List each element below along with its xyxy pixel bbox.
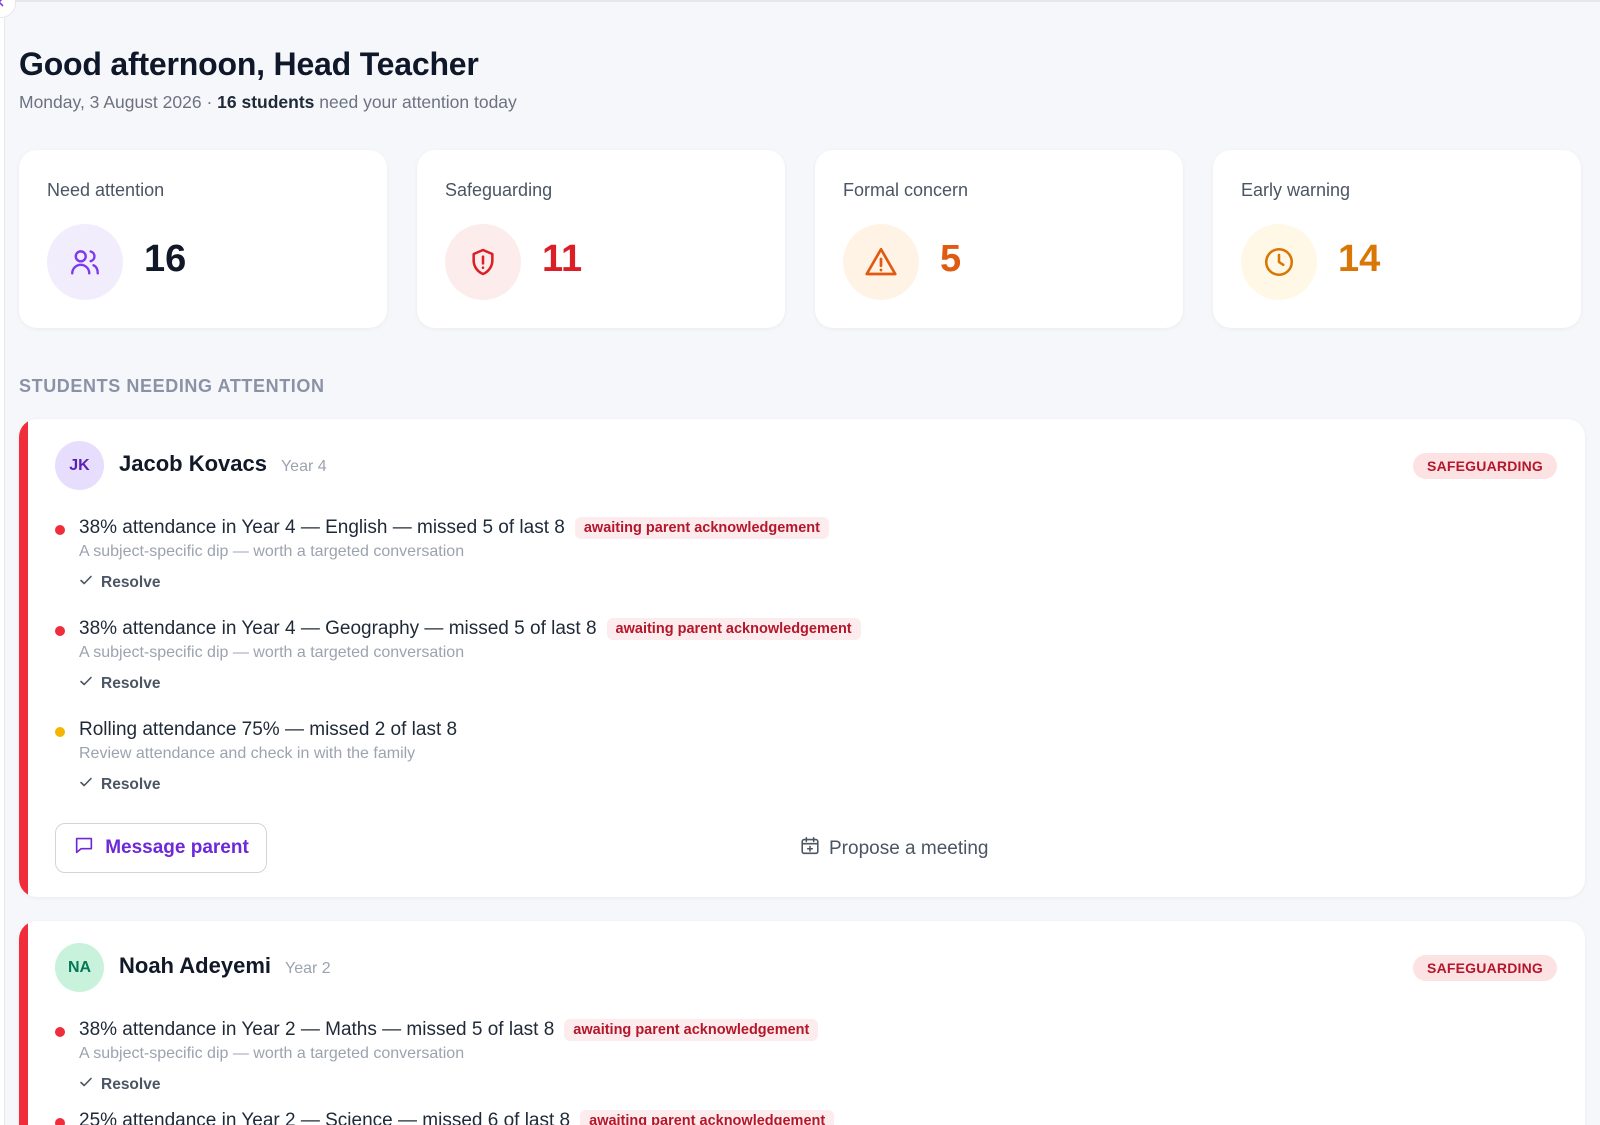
attention-count: 16 students	[217, 92, 315, 112]
message-icon	[73, 834, 95, 862]
resolve-label: Resolve	[101, 674, 161, 692]
issue-status-pill: awaiting parent acknowledgement	[574, 517, 829, 539]
sidebar-toggle-button[interactable]	[0, 0, 16, 18]
warning-triangle-icon	[843, 224, 919, 300]
left-rail	[0, 0, 5, 1125]
stat-card-need-attention[interactable]: Need attention 16	[19, 150, 387, 328]
severity-dot	[55, 1118, 65, 1125]
severity-dot	[55, 525, 65, 535]
resolve-label: Resolve	[101, 573, 161, 591]
stat-label: Formal concern	[843, 180, 969, 200]
attention-suffix: need your attention today	[319, 92, 517, 112]
users-icon	[47, 224, 123, 300]
issue-text: 25% attendance in Year 2 — Science — mis…	[79, 1110, 571, 1125]
issue-item: 25% attendance in Year 2 — Science — mis…	[55, 1110, 1557, 1125]
propose-meeting-button[interactable]: Propose a meeting	[799, 835, 989, 863]
stat-label: Early warning	[1241, 180, 1351, 200]
issue-status-pill: awaiting parent acknowledgement	[580, 1110, 835, 1125]
issue-text: Rolling attendance 75% — missed 2 of las…	[79, 719, 458, 740]
issue-description: A subject-specific dip — worth a targete…	[79, 543, 465, 560]
severity-dot	[55, 727, 65, 737]
stat-value: 14	[1338, 238, 1381, 280]
stat-card-early-warning[interactable]: Early warning 14	[1213, 150, 1581, 328]
status-badge: SAFEGUARDING	[1413, 955, 1557, 981]
shield-alert-icon	[445, 224, 521, 300]
issue-text: 38% attendance in Year 4 — English — mis…	[79, 517, 565, 538]
student-name-text: Noah Adeyemi	[119, 953, 272, 978]
issue-text: 38% attendance in Year 4 — Geography — m…	[79, 618, 597, 639]
message-parent-button[interactable]: Message parent	[55, 823, 267, 873]
message-parent-label: Message parent	[105, 837, 249, 858]
check-icon	[79, 775, 93, 794]
issue-item: 38% attendance in Year 4 — English — mis…	[55, 517, 1557, 597]
stat-value: 5	[940, 238, 962, 280]
top-divider	[5, 0, 1600, 2]
issue-status-pill: awaiting parent acknowledgement	[564, 1019, 819, 1041]
resolve-button[interactable]: Resolve	[79, 775, 160, 794]
date-text: Monday, 3 August 2026	[19, 92, 202, 112]
student-year: Year 2	[285, 960, 331, 977]
issue-line: 38% attendance in Year 2 — Maths — misse…	[79, 1019, 819, 1041]
student-year: Year 4	[280, 458, 327, 475]
dashboard-page: Good afternoon, Head Teacher Monday, 3 A…	[0, 0, 1600, 1125]
issue-line: 25% attendance in Year 2 — Science — mis…	[79, 1110, 835, 1125]
severity-dot	[55, 1027, 65, 1037]
issue-item: 38% attendance in Year 2 — Maths — misse…	[55, 1019, 1557, 1099]
stat-label: Safeguarding	[445, 180, 553, 200]
stat-value: 11	[542, 238, 583, 280]
avatar: JK	[55, 441, 104, 490]
clock-icon	[1241, 224, 1317, 300]
resolve-button[interactable]: Resolve	[79, 674, 160, 693]
issue-line: 38% attendance in Year 4 — Geography — m…	[79, 618, 861, 640]
resolve-button[interactable]: Resolve	[79, 1075, 160, 1094]
student-name-text: Jacob Kovacs	[119, 451, 267, 476]
issue-text: 38% attendance in Year 2 — Maths — misse…	[79, 1019, 555, 1040]
status-badge: SAFEGUARDING	[1413, 453, 1557, 479]
resolve-label: Resolve	[101, 775, 161, 793]
page-subtitle: Monday, 3 August 2026 · 16 students need…	[19, 92, 517, 113]
stat-card-safeguarding[interactable]: Safeguarding 11	[417, 150, 785, 328]
issue-status-pill: awaiting parent acknowledgement	[606, 618, 861, 640]
issue-item: 38% attendance in Year 4 — Geography — m…	[55, 618, 1557, 698]
resolve-label: Resolve	[101, 1075, 161, 1093]
check-icon	[79, 573, 93, 592]
propose-meeting-label: Propose a meeting	[829, 838, 989, 859]
severity-accent-bar	[19, 419, 28, 897]
issue-item: Rolling attendance 75% — missed 2 of las…	[55, 719, 1557, 799]
resolve-button[interactable]: Resolve	[79, 573, 160, 592]
calendar-plus-icon	[799, 835, 821, 863]
stat-value: 16	[144, 238, 187, 280]
check-icon	[79, 1075, 93, 1094]
student-name[interactable]: Noah Adeyemi Year 2	[119, 953, 331, 979]
severity-accent-bar	[19, 921, 28, 1125]
section-title: STUDENTS NEEDING ATTENTION	[19, 376, 325, 396]
stat-card-formal-concern[interactable]: Formal concern 5	[815, 150, 1183, 328]
issue-line: 38% attendance in Year 4 — English — mis…	[79, 517, 829, 539]
student-card: NA Noah Adeyemi Year 2 SAFEGUARDING 38% a…	[19, 921, 1585, 1125]
stat-label: Need attention	[47, 180, 165, 200]
issue-line: Rolling attendance 75% — missed 2 of las…	[79, 719, 457, 741]
severity-dot	[55, 626, 65, 636]
stats-row: Need attention 16 Safeguarding 11 Formal…	[19, 150, 1581, 328]
page-title: Good afternoon, Head Teacher	[19, 46, 479, 82]
student-name[interactable]: Jacob Kovacs Year 4	[119, 451, 327, 477]
issue-description: A subject-specific dip — worth a targete…	[79, 1045, 465, 1062]
issue-description: Review attendance and check in with the …	[79, 745, 416, 762]
separator: ·	[201, 92, 218, 112]
chevron-left-icon	[0, 0, 6, 12]
avatar: NA	[55, 943, 104, 992]
issue-description: A subject-specific dip — worth a targete…	[79, 644, 465, 661]
check-icon	[79, 674, 93, 693]
student-card: JK Jacob Kovacs Year 4 SAFEGUARDING 38% a…	[19, 419, 1585, 897]
